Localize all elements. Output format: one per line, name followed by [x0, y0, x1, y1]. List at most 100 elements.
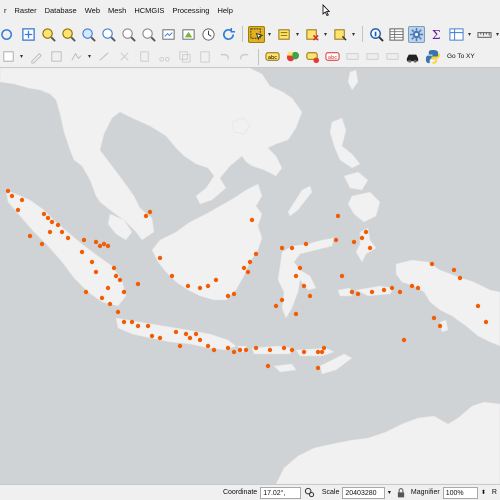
poi-point	[47, 229, 53, 235]
temporal-controller-icon[interactable]	[200, 26, 217, 43]
poi-point	[55, 222, 61, 228]
magnifier-field[interactable]: 100%	[442, 486, 478, 499]
poi-point	[415, 285, 421, 291]
select-by-value-icon[interactable]	[276, 26, 293, 43]
poi-point	[225, 345, 231, 351]
toolbox-gear-icon[interactable]	[408, 25, 425, 43]
deselect-features-icon[interactable]	[304, 26, 321, 43]
select-location-dropdown-arrow-icon[interactable]: ▾	[352, 31, 357, 38]
poi-point	[319, 349, 325, 355]
select-features-icon[interactable]	[248, 25, 265, 43]
poi-point	[157, 335, 163, 341]
menu-item-web[interactable]: Web	[81, 0, 104, 22]
menu-item-layer[interactable]: r	[0, 0, 11, 22]
poi-point	[431, 315, 437, 321]
pin-labels-icon[interactable]	[304, 48, 321, 65]
edits-dropdown-arrow-icon[interactable]: ▾	[20, 53, 25, 60]
menu-item-hcmgis[interactable]: HCMGIS	[130, 0, 168, 22]
poi-point	[121, 289, 127, 295]
select-dropdown-arrow-icon[interactable]: ▾	[268, 31, 273, 38]
select-value-dropdown-arrow-icon[interactable]: ▾	[296, 31, 301, 38]
zoom-in-icon[interactable]	[40, 26, 57, 43]
undo-icon[interactable]	[216, 48, 233, 65]
menu-item-mesh[interactable]: Mesh	[104, 0, 130, 22]
coordinate-field[interactable]: 17.02°, 98.75°	[260, 486, 301, 499]
zoom-next-icon[interactable]	[140, 26, 157, 43]
add-feature-dropdown-arrow-icon[interactable]: ▾	[88, 53, 93, 60]
sulawesi-island	[277, 237, 335, 319]
poi-point	[115, 309, 121, 315]
zoom-to-layer-icon[interactable]	[80, 26, 97, 43]
lock-scale-icon[interactable]	[396, 487, 406, 499]
plugin-car-icon[interactable]	[404, 48, 421, 65]
poi-point	[389, 285, 395, 291]
zoom-to-selection-icon[interactable]	[100, 26, 117, 43]
poi-point	[297, 265, 303, 271]
poi-point	[93, 269, 99, 275]
statistics-sigma-icon[interactable]: Σ	[428, 26, 445, 43]
map-navigation-toolbar: ▾ ▾ ▾ ▾ Σ ▾ ▾	[0, 22, 500, 46]
measure-dropdown-arrow-icon[interactable]: ▾	[496, 31, 500, 38]
label-tool-icon[interactable]: abc	[264, 48, 281, 65]
scale-field[interactable]: 20403280	[342, 486, 385, 499]
delete-selected-icon[interactable]	[136, 48, 153, 65]
new-map-view-icon[interactable]	[160, 26, 177, 43]
select-location-icon[interactable]	[332, 26, 349, 43]
menu-item-database[interactable]: Database	[41, 0, 81, 22]
philippines-luzon	[329, 117, 361, 169]
map-canvas[interactable]	[0, 68, 500, 484]
table-view-icon[interactable]	[448, 26, 465, 43]
editing-toolbar: ▾ ▾ abc abc Go To XY	[0, 46, 500, 68]
layer-labeling-icon[interactable]	[284, 48, 301, 65]
paste-features-icon[interactable]	[196, 48, 213, 65]
change-label-icon[interactable]	[384, 48, 401, 65]
identify-features-icon[interactable]	[368, 26, 385, 43]
poi-point	[143, 213, 149, 219]
scale-dropdown-arrow-icon[interactable]: ▾	[385, 489, 394, 496]
rotate-label-icon[interactable]	[364, 48, 381, 65]
table-dropdown-arrow-icon[interactable]: ▾	[468, 31, 473, 38]
poi-point	[301, 283, 307, 289]
zoom-out-icon[interactable]	[60, 26, 77, 43]
poi-point	[359, 235, 365, 241]
menu-item-processing[interactable]: Processing	[168, 0, 213, 22]
poi-point	[273, 303, 279, 309]
poi-point	[237, 347, 243, 353]
poi-point	[19, 197, 25, 203]
show-hide-labels-icon[interactable]: abc	[324, 48, 341, 65]
poi-point	[315, 365, 321, 371]
poi-point	[41, 211, 47, 217]
toggle-editing-icon[interactable]	[28, 48, 45, 65]
poi-point	[321, 345, 327, 351]
magnifier-spinner-icon[interactable]: ⬍	[478, 489, 489, 496]
python-console-icon[interactable]	[424, 48, 441, 65]
poi-point	[381, 287, 387, 293]
move-label-icon[interactable]	[344, 48, 361, 65]
zoom-last-icon[interactable]	[120, 26, 137, 43]
save-edits-icon[interactable]	[48, 48, 65, 65]
poi-point	[149, 333, 155, 339]
poi-point	[105, 243, 111, 249]
vertex-tool-icon[interactable]	[96, 48, 113, 65]
open-attribute-table-icon[interactable]	[388, 26, 405, 43]
poi-point	[15, 207, 21, 213]
copy-features-icon[interactable]	[176, 48, 193, 65]
measure-line-icon[interactable]	[476, 26, 493, 43]
refresh-icon[interactable]	[220, 26, 237, 43]
menu-item-raster[interactable]: Raster	[11, 0, 41, 22]
zoom-full-icon[interactable]	[20, 26, 37, 43]
toggle-extent-icon[interactable]	[304, 487, 316, 499]
redo-icon[interactable]	[236, 48, 253, 65]
menu-item-help[interactable]: Help	[213, 0, 236, 22]
poi-point	[303, 241, 309, 247]
go-to-xy-button[interactable]: Go To XY	[444, 53, 478, 60]
move-feature-icon[interactable]	[116, 48, 133, 65]
add-feature-icon[interactable]	[68, 48, 85, 65]
pan-to-selection-icon[interactable]	[0, 26, 17, 43]
cut-features-icon[interactable]	[156, 48, 173, 65]
poi-point	[243, 347, 249, 353]
deselect-dropdown-arrow-icon[interactable]: ▾	[324, 31, 329, 38]
toolbar-separator	[242, 26, 243, 42]
new-3d-map-view-icon[interactable]	[180, 26, 197, 43]
current-edits-icon[interactable]	[0, 48, 17, 65]
